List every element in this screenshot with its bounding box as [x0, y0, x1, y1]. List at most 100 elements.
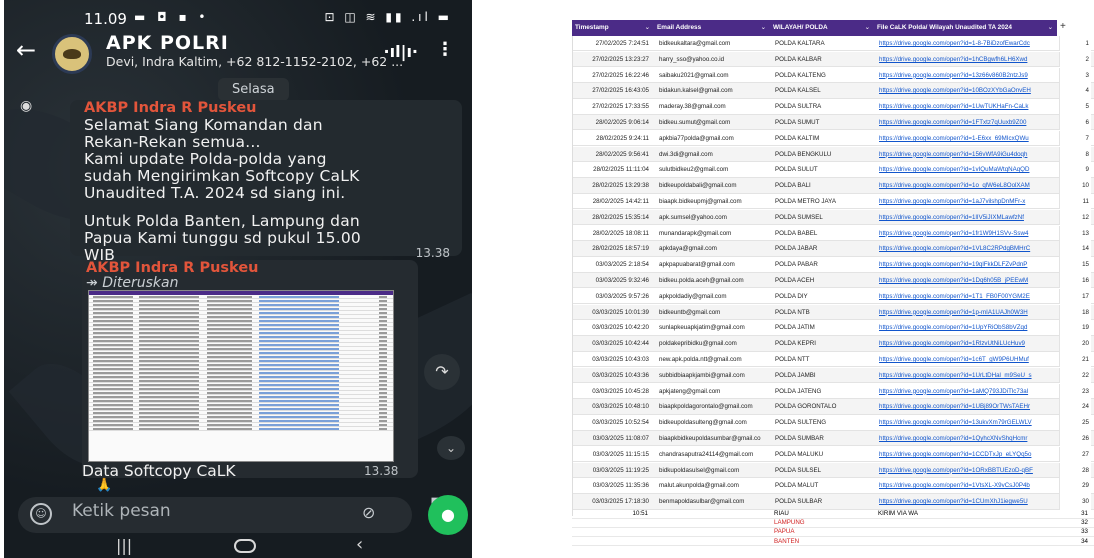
link-cell[interactable]: https://drive.google.com/open?id=13z66v8…	[875, 68, 1058, 83]
home-icon[interactable]	[234, 539, 256, 553]
back-arrow-icon[interactable]: ←	[16, 36, 36, 64]
polda-cell: POLDA MALUT	[775, 482, 819, 490]
table-row[interactable]: 10:51 RIAU KIRIM VIA WA 31	[572, 510, 1094, 519]
table-row[interactable]: 03/03/2025 10:52:54 bidkeupoldasulteng@gm…	[573, 415, 1094, 431]
table-row[interactable]: 27/02/2025 16:43:05 bidakun.kalsel@gmail.…	[573, 83, 1094, 99]
table-row[interactable]: 03/03/2025 10:48:10 biaapkpoldagorontalo@…	[573, 399, 1094, 415]
table-row[interactable]: LAMPUNG 32	[572, 519, 1094, 528]
table-row[interactable]: 03/03/2025 10:45:28 apkjateng@gmail.com PO…	[573, 383, 1094, 399]
link-cell[interactable]: https://drive.google.com/open?id=1p-mIA1…	[875, 305, 1058, 320]
column-header[interactable]: WILAYAH/ POLDA ⌄	[770, 20, 874, 36]
table-row[interactable]: PAPUA 33	[572, 528, 1094, 537]
group-avatar[interactable]	[52, 34, 92, 74]
more-menu-icon[interactable]: ⋮	[436, 39, 454, 60]
link-cell[interactable]: https://drive.google.com/open?id=1o_qlW6…	[875, 178, 1058, 193]
nav-back-icon[interactable]: ‹	[356, 534, 363, 555]
link-cell[interactable]: https://drive.google.com/open?id=1QyhcXN…	[875, 431, 1058, 446]
table-row[interactable]: 28/02/2025 13:29:38 bidkeupoldabali@gmail…	[573, 178, 1094, 194]
message-sender[interactable]: AKBP Indra R Puskeu	[84, 100, 256, 116]
table-row[interactable]: 28/02/2025 9:56:41 dwi.3di@gmail.com POLDA…	[573, 146, 1094, 162]
share-icon[interactable]: ↷	[424, 354, 460, 390]
link-cell[interactable]: https://drive.google.com/open?id=1-E6xx_…	[875, 131, 1058, 146]
table-row[interactable]: 03/03/2025 11:15:15 chandrasaputra24114@g…	[573, 446, 1094, 463]
voice-call-icon[interactable]: ·ıl|ı·	[384, 42, 418, 61]
table-row[interactable]: 27/02/2025 13:23:27 harry_sso@yahoo.co.id…	[573, 51, 1094, 68]
message-input[interactable]: Ketik pesan	[72, 501, 171, 521]
forwarded-image-message[interactable]: AKBP Indra R Puskeu ↠ Diteruskan	[82, 260, 418, 478]
link-cell[interactable]: https://drive.google.com/open?id=156vWfA…	[875, 147, 1058, 162]
table-row[interactable]: 27/02/2025 7:24:51 bidkeukaltara@gmail.co…	[573, 36, 1094, 52]
link-cell[interactable]: https://drive.google.com/open?id=1UpYRiO…	[875, 320, 1058, 335]
dropdown-icon[interactable]: ⌄	[865, 20, 870, 36]
table-row[interactable]: 03/03/2025 11:35:36 malut.akunpolda@gmail…	[573, 478, 1094, 494]
message-composer[interactable]: ☺ Ketik pesan ⊘ ◙	[18, 495, 446, 533]
table-row[interactable]: 03/03/2025 11:19:25 bidkupoldasulsel@gmai…	[573, 462, 1094, 478]
link-cell[interactable]: https://drive.google.com/open?id=1fr1W9H…	[875, 226, 1058, 241]
table-row[interactable]: 28/02/2025 18:08:11 munandarapk@gmail.com…	[573, 225, 1094, 241]
recent-apps-icon[interactable]: |||	[116, 536, 132, 555]
link-cell[interactable]: https://drive.google.com/open?id=1c6T_gW…	[875, 352, 1058, 367]
link-cell[interactable]: https://drive.google.com/open?id=1Dq6h05…	[875, 273, 1058, 288]
table-row[interactable]: 28/02/2025 9:06:14 bidkeu.sumut@gmail.com…	[573, 115, 1094, 131]
link-cell[interactable]: https://drive.google.com/open?id=1lIV5iJ…	[875, 210, 1058, 225]
link-cell[interactable]: https://drive.google.com/open?id=1hCBgwf…	[875, 52, 1058, 67]
scroll-down-icon[interactable]: ⌄	[437, 436, 465, 460]
link-cell[interactable]: https://drive.google.com/open?id=1T1_FB0…	[875, 289, 1058, 304]
link-cell[interactable]: https://drive.google.com/open?id=1FTxtz7…	[875, 115, 1058, 130]
table-row[interactable]: 28/02/2025 14:42:11 biaapk.bidkeupmj@gmai…	[573, 194, 1094, 210]
link-cell[interactable]: https://drive.google.com/open?id=1vIQuMa…	[875, 162, 1058, 177]
column-header[interactable]: Email Address ⌄	[654, 20, 770, 36]
table-row[interactable]: 28/02/2025 18:57:19 apkdaya@gmail.com POLD…	[573, 241, 1094, 257]
column-header[interactable]: Timestamp ⌄	[572, 20, 654, 36]
add-column-icon[interactable]: +	[1060, 21, 1066, 32]
emoji-icon[interactable]: ☺	[30, 503, 52, 525]
spreadsheet-thumbnail[interactable]	[88, 290, 394, 462]
email-cell: apkjateng@gmail.com	[659, 387, 721, 395]
table-row[interactable]: 28/02/2025 11:11:04 sulutbidkeu2@gmail.co…	[573, 162, 1094, 178]
link-cell[interactable]: https://drive.google.com/open?id=1UwTUKH…	[875, 99, 1058, 114]
table-row[interactable]: 28/02/2025 9:24:11 apkbia77polda@gmail.co…	[573, 130, 1094, 147]
link-cell[interactable]: https://drive.google.com/open?id=13ukvXm…	[875, 415, 1058, 430]
link-cell[interactable]: https://drive.google.com/open?id=1CCDTxJ…	[875, 447, 1058, 462]
table-row[interactable]: 03/03/2025 10:43:03 new.apk.polda.ntt@gma…	[573, 352, 1094, 368]
link-cell[interactable]: https://drive.google.com/open?id=1aJ7vil…	[875, 194, 1058, 209]
link-cell[interactable]: https://drive.google.com/open?id=1CUmXhJ…	[875, 494, 1058, 509]
table-row[interactable]: 03/03/2025 10:01:39 bidkeuntb@gmail.com PO…	[573, 304, 1094, 320]
link-cell[interactable]: https://drive.google.com/open?id=19qlFkk…	[875, 257, 1058, 272]
table-row[interactable]: BANTEN 34	[572, 538, 1094, 547]
attach-icon[interactable]: ⊘	[362, 503, 375, 522]
table-row[interactable]: 28/02/2025 15:35:14 apk.sumsel@yahoo.com P…	[573, 209, 1094, 226]
table-row[interactable]: 03/03/2025 11:08:07 biaapkbidkeupoldasumb…	[573, 431, 1094, 447]
timestamp-cell: 03/03/2025 11:19:25	[592, 466, 649, 474]
table-row[interactable]: 03/03/2025 17:18:30 benmapoldasulbar@gmai…	[573, 494, 1094, 510]
table-row[interactable]: 03/03/2025 9:32:46 bidkeu.polda.aceh@gmai…	[573, 273, 1094, 289]
message-sender[interactable]: AKBP Indra R Puskeu	[86, 260, 258, 276]
table-row[interactable]: 03/03/2025 9:57:26 apkpoldadiy@gmail.com P…	[573, 288, 1094, 305]
column-header[interactable]: File CaLK Polda/ Wilayah Unaudited TA 20…	[874, 20, 1057, 36]
link-cell[interactable]: https://drive.google.com/open?id=10BOzXY…	[875, 83, 1058, 98]
dropdown-icon[interactable]: ⌄	[1048, 20, 1053, 36]
table-row[interactable]: 03/03/2025 2:18:54 apkpapuabarat@gmail.co…	[573, 257, 1094, 273]
row-number: 13	[1059, 225, 1091, 241]
row-number: 24	[1059, 399, 1091, 415]
link-cell[interactable]: https://drive.google.com/open?id=1VtsXL-…	[875, 478, 1058, 493]
link-cell[interactable]: https://drive.google.com/open?id=1-8-7Bi…	[875, 36, 1058, 51]
row-number: 15	[1059, 257, 1091, 273]
link-cell[interactable]: https://drive.google.com/open?id=1aMQ793…	[875, 384, 1058, 399]
link-cell[interactable]: https://drive.google.com/open?id=1VL8C2R…	[875, 241, 1058, 256]
sender-avatar[interactable]: ◉	[20, 98, 48, 118]
mic-icon[interactable]: ●	[428, 495, 468, 535]
link-cell[interactable]: https://drive.google.com/open?id=1RlzvUt…	[875, 336, 1058, 351]
dropdown-icon[interactable]: ⌄	[645, 20, 650, 36]
link-cell[interactable]: https://drive.google.com/open?id=1UrLtDH…	[875, 368, 1058, 383]
dropdown-icon[interactable]: ⌄	[761, 20, 766, 36]
table-row[interactable]: 03/03/2025 10:43:36 subbidbiaapkjambi@gma…	[573, 367, 1094, 384]
table-row[interactable]: 03/03/2025 10:42:20 sunlapkeuapkjatim@gma…	[573, 320, 1094, 336]
table-row[interactable]: 27/02/2025 17:33:55 maderay.38@gmail.com P…	[573, 99, 1094, 115]
link-cell[interactable]: https://drive.google.com/open?id=1ORxBBT…	[875, 463, 1058, 478]
message-bubble[interactable]: AKBP Indra R Puskeu Selamat Siang Komand…	[70, 100, 462, 281]
link-cell[interactable]: https://drive.google.com/open?id=1UBj89O…	[875, 399, 1058, 414]
table-row[interactable]: 27/02/2025 16:22:46 saibaku2021@gmail.com…	[573, 67, 1094, 83]
chat-title[interactable]: APK POLRI	[106, 32, 229, 54]
table-row[interactable]: 03/03/2025 10:42:44 poldakepribidku@gmail…	[573, 336, 1094, 352]
